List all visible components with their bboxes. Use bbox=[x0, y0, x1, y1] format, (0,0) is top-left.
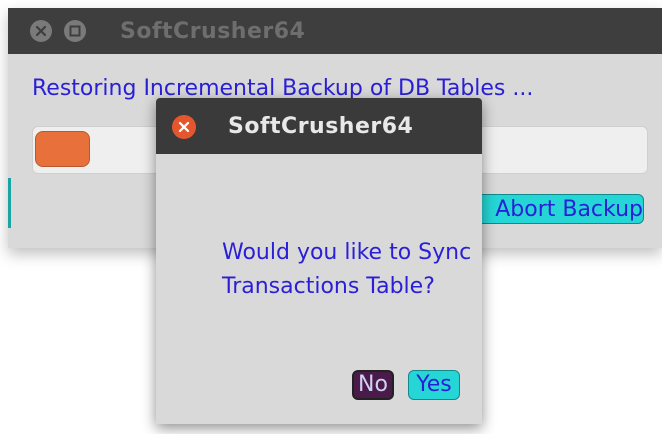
dialog-message: Would you like to Sync Transactions Tabl… bbox=[222, 240, 472, 299]
confirm-dialog: SoftCrusher64 Would you like to Sync Tra… bbox=[156, 98, 482, 424]
close-icon[interactable] bbox=[30, 20, 52, 42]
progress-fill bbox=[35, 131, 90, 167]
main-titlebar: SoftCrusher64 bbox=[8, 8, 662, 54]
window-title: SoftCrusher64 bbox=[120, 19, 306, 44]
maximize-icon[interactable] bbox=[64, 20, 86, 42]
no-button[interactable]: No bbox=[352, 370, 394, 400]
dialog-title: SoftCrusher64 bbox=[228, 114, 414, 139]
close-icon[interactable] bbox=[172, 115, 196, 139]
left-edge-mark bbox=[8, 178, 11, 228]
dialog-titlebar: SoftCrusher64 bbox=[156, 98, 482, 154]
yes-button[interactable]: Yes bbox=[408, 370, 460, 400]
